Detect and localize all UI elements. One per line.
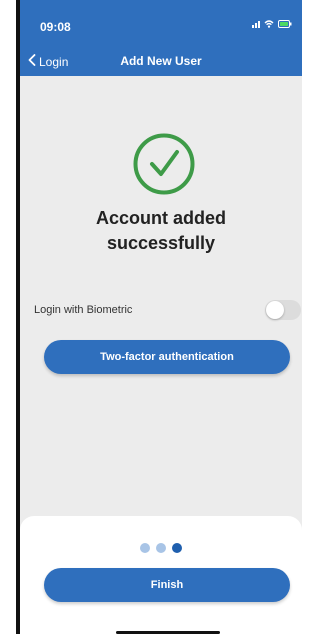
page-indicator [20,543,302,553]
checkmark-circle-icon [132,132,196,196]
app-header: 09:08 Login Add New User [20,0,302,76]
status-icons [252,20,292,28]
bottom-sheet: Finish [20,516,302,634]
toggle-knob [266,301,284,319]
finish-button[interactable]: Finish [44,568,290,602]
status-time: 09:08 [40,20,71,34]
signal-icon [252,20,260,28]
battery-icon [278,20,292,28]
wifi-icon [264,20,274,28]
page-dot-1 [140,543,150,553]
page-title: Add New User [120,54,202,68]
biometric-label: Login with Biometric [34,304,133,316]
app-screen: 09:08 Login Add New User Account added s… [20,0,302,634]
biometric-toggle[interactable] [265,300,301,320]
success-message: Account added successfully [95,208,226,253]
page-dot-2 [156,543,166,553]
device-bezel-right [302,0,308,634]
phone-frame: 09:08 Login Add New User Account added s… [0,0,308,634]
page-dot-3 [172,543,182,553]
two-factor-auth-button[interactable]: Two-factor authentication [44,340,290,374]
